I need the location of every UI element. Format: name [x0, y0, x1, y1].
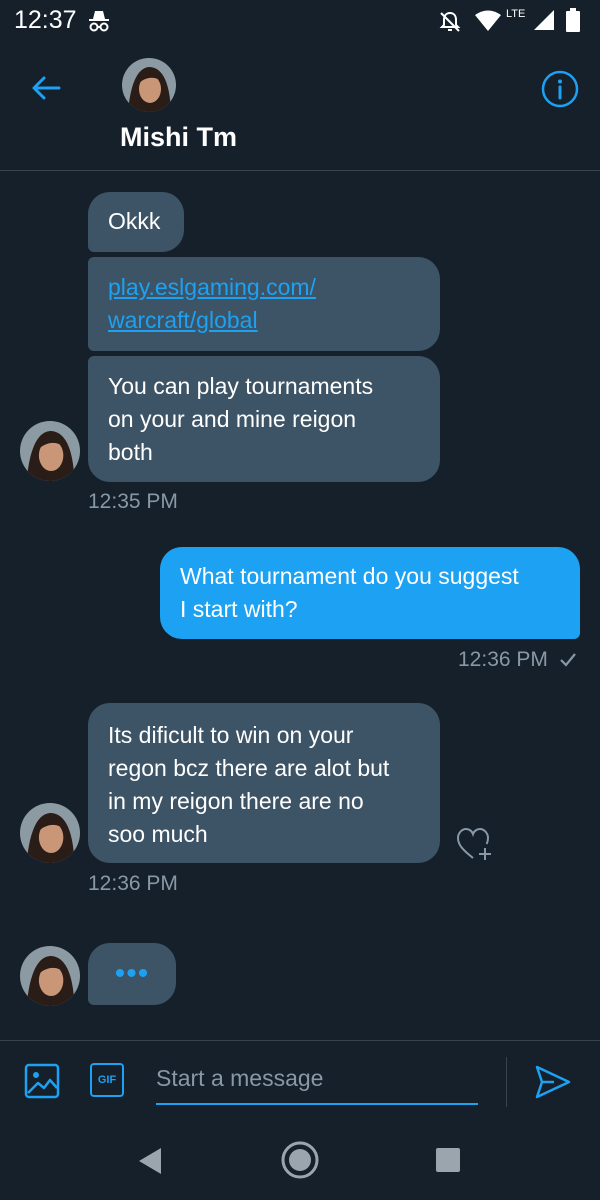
like-heart-plus-icon[interactable]: [455, 826, 495, 862]
contact-avatar[interactable]: [122, 58, 176, 112]
message-timestamp: 12:36 PM: [88, 872, 178, 895]
sender-avatar[interactable]: [20, 421, 80, 481]
sender-avatar[interactable]: [20, 946, 80, 1006]
message-timestamp: 12:36 PM: [458, 648, 548, 671]
nav-home-icon[interactable]: [280, 1140, 320, 1180]
sender-avatar[interactable]: [20, 803, 80, 863]
signal-icon: [534, 10, 554, 30]
message-text-line: What tournament do you suggest: [180, 563, 519, 589]
message-text-line: both: [108, 439, 153, 465]
nav-back-icon[interactable]: [136, 1146, 164, 1176]
message-timestamp: 12:35 PM: [88, 490, 178, 513]
message-text: Okkk: [108, 208, 161, 234]
status-bar: 12:37 LTE: [0, 0, 600, 40]
wifi-icon: [475, 10, 501, 31]
nav-recents-icon[interactable]: [436, 1148, 460, 1172]
conversation-header: Mishi Tm: [0, 40, 600, 171]
gif-button[interactable]: GIF: [90, 1063, 124, 1097]
composer-divider: [506, 1057, 507, 1107]
message-text-line: Its dificult to win on your: [108, 722, 354, 748]
dm-conversation-screen: 12:37 LTE Mishi Tm Okkk play.eslgaming.c…: [0, 0, 600, 1200]
message-text-line: I start with?: [180, 596, 298, 622]
gif-label: GIF: [97, 1074, 117, 1086]
incoming-link-bubble[interactable]: play.eslgaming.com/warcraft/global: [88, 257, 440, 351]
message-text-line: in my reigon there are no: [108, 788, 364, 814]
message-composer: GIF: [0, 1040, 600, 1127]
incognito-icon: [89, 11, 109, 32]
message-link[interactable]: play.eslgaming.com/warcraft/global: [108, 274, 316, 333]
message-text-line: on your and mine reigon: [108, 406, 357, 432]
incoming-message-bubble[interactable]: Its dificult to win on your regon bcz th…: [88, 703, 440, 863]
battery-icon: [566, 8, 580, 32]
incoming-message-bubble[interactable]: You can play tournaments on your and min…: [88, 356, 440, 482]
media-image-icon[interactable]: [24, 1063, 60, 1099]
sent-check-icon: [560, 653, 576, 667]
outgoing-message-bubble[interactable]: What tournament do you suggest I start w…: [160, 547, 580, 639]
message-text-line: regon bcz there are alot but: [108, 755, 390, 781]
incoming-message-bubble[interactable]: Okkk: [88, 192, 184, 252]
notifications-off-icon: [439, 11, 461, 32]
contact-name[interactable]: Mishi Tm: [120, 122, 237, 153]
network-type: LTE: [506, 8, 526, 20]
info-button[interactable]: [539, 68, 581, 110]
system-nav-bar: [0, 1126, 600, 1200]
message-text-line: soo much: [108, 821, 208, 847]
message-text-line: You can play tournaments: [108, 373, 374, 399]
message-input[interactable]: [156, 1059, 478, 1097]
status-time: 12:37: [14, 6, 77, 34]
send-button[interactable]: [534, 1063, 572, 1101]
typing-indicator: •••: [88, 943, 176, 1005]
message-input-container: [156, 1059, 478, 1105]
back-button[interactable]: [26, 68, 66, 108]
